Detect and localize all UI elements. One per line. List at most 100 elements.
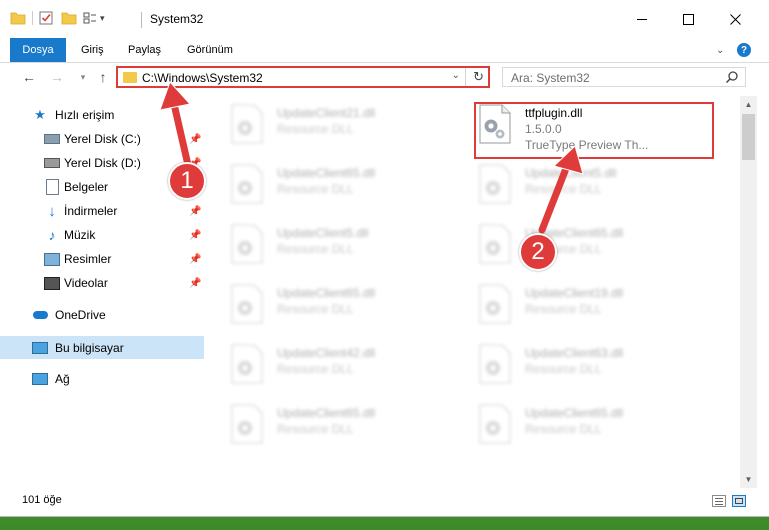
navigation-pane: ★ Hızlı erişim Yerel Disk (C:) 📌 Yerel D…: [0, 96, 204, 474]
sidebar-item-label: Yerel Disk (D:): [64, 156, 141, 170]
sidebar-item-network[interactable]: Ağ: [0, 368, 204, 390]
list-item[interactable]: UpdateClient5.dll Resource DLL: [454, 156, 684, 206]
dll-file-icon: [479, 284, 511, 324]
sidebar-item-local-disk-c[interactable]: Yerel Disk (C:) 📌: [0, 128, 204, 150]
sidebar-item-quick-access[interactable]: ★ Hızlı erişim: [0, 104, 204, 126]
pin-icon[interactable]: 📌: [189, 230, 201, 241]
dll-file-icon: [231, 284, 263, 324]
navigation-bar: ← → ▾ ↑ C:\Windows\System32 ⌄ ↻ Ara: Sys…: [0, 62, 769, 92]
list-item[interactable]: UpdateClient65.dll Resource DLL: [454, 216, 684, 266]
back-button[interactable]: ←: [20, 68, 38, 86]
file-type: Resource DLL: [525, 362, 602, 376]
file-name: UpdateClient65.dll: [277, 166, 376, 180]
chevron-down-icon: ▼: [744, 475, 753, 484]
list-item[interactable]: UpdateClient65.dll Resource DLL: [454, 396, 684, 446]
search-box[interactable]: Ara: System32: [502, 67, 746, 87]
search-icon: [725, 71, 738, 84]
dll-file-icon: [479, 344, 511, 384]
sidebar-item-videos[interactable]: Videolar 📌: [0, 272, 204, 294]
folder-icon[interactable]: [10, 11, 26, 25]
maximize-button[interactable]: [665, 0, 711, 38]
ribbon-tabs: Dosya Giriş Paylaş Görünüm ⌄ ?: [0, 38, 769, 63]
sidebar-item-music[interactable]: ♪ Müzik 📌: [0, 224, 204, 246]
address-bar[interactable]: C:\Windows\System32 ⌄ ↻: [116, 66, 490, 88]
list-item[interactable]: UpdateClient65.dll Resource DLL: [206, 156, 436, 206]
new-folder-icon[interactable]: [61, 11, 77, 25]
sidebar-item-label: Ağ: [55, 372, 70, 386]
up-button[interactable]: ↑: [94, 68, 112, 86]
sidebar-item-label: Bu bilgisayar: [55, 340, 124, 355]
address-separator: [465, 68, 466, 86]
sidebar-item-label: Resimler: [64, 252, 112, 266]
highlight-box: [474, 102, 714, 159]
pin-icon[interactable]: 📌: [189, 254, 201, 265]
list-item[interactable]: UpdateClient19.dll Resource DLL: [454, 276, 684, 326]
tab-home[interactable]: Giriş: [81, 38, 104, 62]
pin-icon[interactable]: 📌: [189, 206, 201, 217]
dll-file-icon: [479, 404, 511, 444]
sidebar-item-label: İndirmeler: [64, 204, 118, 218]
properties-icon[interactable]: [39, 11, 53, 25]
dll-file-icon: [231, 344, 263, 384]
window-title: System32: [150, 12, 204, 26]
scroll-down-button[interactable]: ▼: [740, 471, 757, 488]
sidebar-item-onedrive[interactable]: OneDrive: [0, 304, 204, 326]
tiles-view-button[interactable]: [732, 495, 746, 507]
pin-icon[interactable]: 📌: [189, 278, 201, 289]
file-type: Resource DLL: [277, 422, 354, 436]
details-view-button[interactable]: [712, 495, 726, 507]
file-name: UpdateClient19.dll: [525, 286, 624, 300]
address-path[interactable]: C:\Windows\System32: [142, 71, 263, 85]
dll-file-icon: [231, 404, 263, 444]
sidebar-item-this-pc[interactable]: Bu bilgisayar: [0, 336, 204, 359]
scroll-up-button[interactable]: ▲: [740, 96, 757, 113]
minimize-icon: [637, 18, 647, 20]
minimize-button[interactable]: [619, 0, 665, 38]
close-icon: [729, 13, 741, 25]
sidebar-item-label: Videolar: [64, 276, 108, 290]
arrow-left-icon: ←: [22, 69, 36, 85]
tab-view[interactable]: Görünüm: [187, 38, 233, 62]
expand-ribbon-button[interactable]: ⌄: [716, 38, 724, 62]
file-type: Resource DLL: [277, 302, 354, 316]
dll-file-icon: [231, 224, 263, 264]
file-name: UpdateClient65.dll: [525, 406, 624, 420]
file-type: Resource DLL: [277, 362, 354, 376]
tab-file[interactable]: Dosya: [10, 38, 66, 62]
help-button[interactable]: ?: [737, 38, 751, 62]
dll-file-icon: [479, 164, 511, 204]
customize-icon[interactable]: [83, 11, 97, 25]
list-item[interactable]: UpdateClient65.dll Resource DLL: [206, 276, 436, 326]
list-item[interactable]: UpdateClient42.dll Resource DLL: [206, 336, 436, 386]
close-button[interactable]: [712, 0, 758, 38]
music-icon: ♪: [48, 227, 56, 243]
details-view-icon: [715, 498, 723, 499]
scroll-thumb[interactable]: [742, 114, 755, 160]
forward-button[interactable]: →: [48, 68, 66, 86]
chevron-down-icon[interactable]: ▾: [100, 13, 105, 24]
drive-icon: [44, 131, 60, 147]
file-type: Resource DLL: [277, 182, 354, 196]
vertical-scrollbar[interactable]: ▲ ▼: [740, 96, 757, 488]
search-input[interactable]: Ara: System32: [511, 71, 590, 85]
tab-share[interactable]: Paylaş: [128, 38, 161, 62]
list-item[interactable]: UpdateClient63.dll Resource DLL: [454, 336, 684, 386]
chevron-up-icon: ▲: [744, 100, 753, 109]
status-bar: 101 öğe: [0, 490, 769, 512]
refresh-icon[interactable]: ↻: [473, 69, 484, 85]
sidebar-item-downloads[interactable]: ↓ İndirmeler 📌: [0, 200, 204, 222]
arrow-up-icon: ↑: [99, 69, 107, 85]
recent-locations-button[interactable]: ▾: [74, 68, 92, 86]
explorer-window: ▾ System32 Dosya Giriş Paylaş Görünüm ⌄ …: [0, 0, 769, 517]
pin-icon[interactable]: 📌: [189, 134, 201, 145]
sidebar-item-pictures[interactable]: Resimler 📌: [0, 248, 204, 270]
file-type: Resource DLL: [277, 242, 354, 256]
list-item[interactable]: UpdateClient5.dll Resource DLL: [206, 216, 436, 266]
dll-file-icon: [231, 164, 263, 204]
file-type: Resource DLL: [525, 302, 602, 316]
list-item[interactable]: UpdateClient65.dll Resource DLL: [206, 396, 436, 446]
file-type: Resource DLL: [277, 122, 354, 136]
chevron-down-icon[interactable]: ⌄: [452, 70, 460, 81]
chevron-down-icon: ▾: [80, 71, 86, 82]
list-item[interactable]: UpdateClient21.dll Resource DLL: [206, 96, 436, 146]
